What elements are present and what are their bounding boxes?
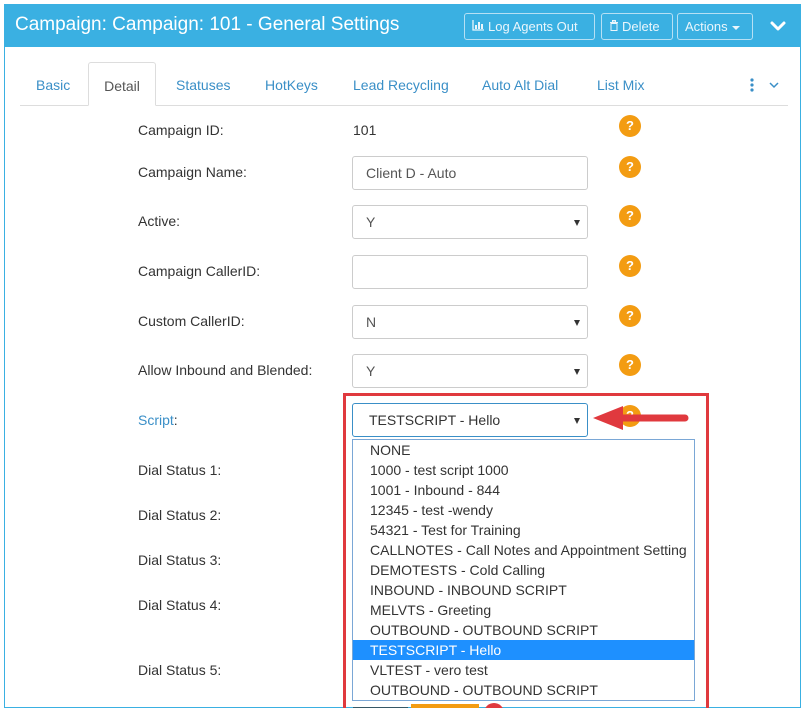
script-option[interactable]: NONE: [353, 440, 694, 460]
campaign-settings-panel: Campaign: Campaign: 101 - General Settin…: [4, 4, 801, 708]
script-option[interactable]: OUTBOUND - OUTBOUND SCRIPT: [353, 680, 694, 700]
help-icon[interactable]: ?: [619, 156, 641, 178]
active-select-value: Y: [366, 214, 376, 230]
campaign-id-value: 101: [353, 122, 377, 138]
tab-bar: Basic Detail Statuses HotKeys Lead Recyc…: [20, 62, 788, 106]
campaign-callerid-input[interactable]: [352, 255, 588, 289]
dial-status-3-label: Dial Status 3:: [138, 552, 222, 568]
script-option[interactable]: VLTEST - vero test: [353, 660, 694, 680]
trash-icon: [609, 15, 619, 40]
tab-statuses[interactable]: Statuses: [176, 62, 230, 106]
help-icon[interactable]: ?: [619, 205, 641, 227]
panel-header: Campaign: Campaign: 101 - General Settin…: [5, 5, 800, 47]
tab-detail[interactable]: Detail: [88, 62, 156, 106]
caret-down-icon: [574, 369, 580, 375]
campaign-id-label: Campaign ID:: [138, 122, 224, 138]
script-option[interactable]: 54321 - Test for Training: [353, 520, 694, 540]
caret-down-icon: [574, 220, 580, 226]
dial-status-2-label: Dial Status 2:: [138, 507, 222, 523]
dial-status-1-label: Dial Status 1:: [138, 462, 222, 478]
script-select[interactable]: TESTSCRIPT - Hello: [352, 403, 588, 437]
script-option[interactable]: 12345 - test -wendy: [353, 500, 694, 520]
actions-dropdown-button[interactable]: Actions: [677, 13, 753, 40]
custom-callerid-value: N: [366, 314, 377, 330]
script-label-colon: :: [173, 412, 178, 428]
script-option[interactable]: MELVTS - Greeting: [353, 600, 694, 620]
script-label[interactable]: Script:: [138, 412, 178, 428]
script-option[interactable]: CALLNOTES - Call Notes and Appointment S…: [353, 540, 694, 560]
dial-status-4-label: Dial Status 4:: [138, 597, 222, 613]
script-select-value: TESTSCRIPT - Hello: [369, 412, 501, 428]
red-arrow-icon: [585, 400, 690, 436]
script-option[interactable]: DEMOTESTS - Cold Calling: [353, 560, 694, 580]
chevron-down-icon[interactable]: [769, 17, 787, 35]
help-icon[interactable]: ?: [619, 255, 641, 277]
help-icon[interactable]: ?: [619, 354, 641, 376]
active-select[interactable]: Y: [352, 205, 588, 239]
script-option[interactable]: OUTBOUND - OUTBOUND SCRIPT: [353, 620, 694, 640]
more-tabs-menu-icon[interactable]: [748, 77, 782, 93]
script-label-text: Script: [138, 412, 174, 428]
bar-chart-icon: [472, 15, 485, 40]
active-label: Active:: [138, 213, 181, 229]
actions-label: Actions: [685, 19, 728, 34]
script-option-selected[interactable]: TESTSCRIPT - Hello: [353, 640, 694, 660]
campaign-callerid-label: Campaign CallerID:: [138, 263, 261, 279]
tab-list-mix[interactable]: List Mix: [597, 62, 644, 106]
delete-label: Delete: [622, 19, 660, 34]
custom-callerid-select[interactable]: N: [352, 305, 588, 339]
script-option[interactable]: 1000 - test script 1000: [353, 460, 694, 480]
page-title: Campaign: Campaign: 101 - General Settin…: [15, 14, 400, 35]
caret-down-icon: [731, 25, 740, 30]
tab-hotkeys[interactable]: HotKeys: [265, 62, 318, 106]
allow-inbound-select[interactable]: Y: [352, 354, 588, 388]
help-icon[interactable]: ?: [619, 115, 641, 137]
script-options-list: NONE 1000 - test script 1000 1001 - Inbo…: [352, 439, 695, 701]
allow-inbound-value: Y: [366, 363, 376, 379]
dial-status-5-label: Dial Status 5:: [138, 662, 222, 678]
help-icon[interactable]: ?: [619, 305, 641, 327]
log-agents-out-button[interactable]: Log Agents Out: [464, 13, 595, 40]
caret-down-icon: [574, 418, 580, 424]
script-option[interactable]: 1001 - Inbound - 844: [353, 480, 694, 500]
tab-basic[interactable]: Basic: [36, 62, 70, 106]
tab-auto-alt-dial[interactable]: Auto Alt Dial: [482, 62, 558, 106]
delete-button[interactable]: Delete: [601, 13, 673, 40]
script-option[interactable]: INBOUND - INBOUND SCRIPT: [353, 580, 694, 600]
caret-down-icon: [574, 320, 580, 326]
custom-callerid-label: Custom CallerID:: [138, 313, 245, 329]
log-agents-out-label: Log Agents Out: [488, 19, 578, 34]
tab-lead-recycling[interactable]: Lead Recycling: [353, 62, 449, 106]
campaign-name-label: Campaign Name:: [138, 164, 247, 180]
campaign-name-input[interactable]: Client D - Auto: [352, 156, 588, 190]
allow-inbound-label: Allow Inbound and Blended:: [138, 362, 313, 378]
